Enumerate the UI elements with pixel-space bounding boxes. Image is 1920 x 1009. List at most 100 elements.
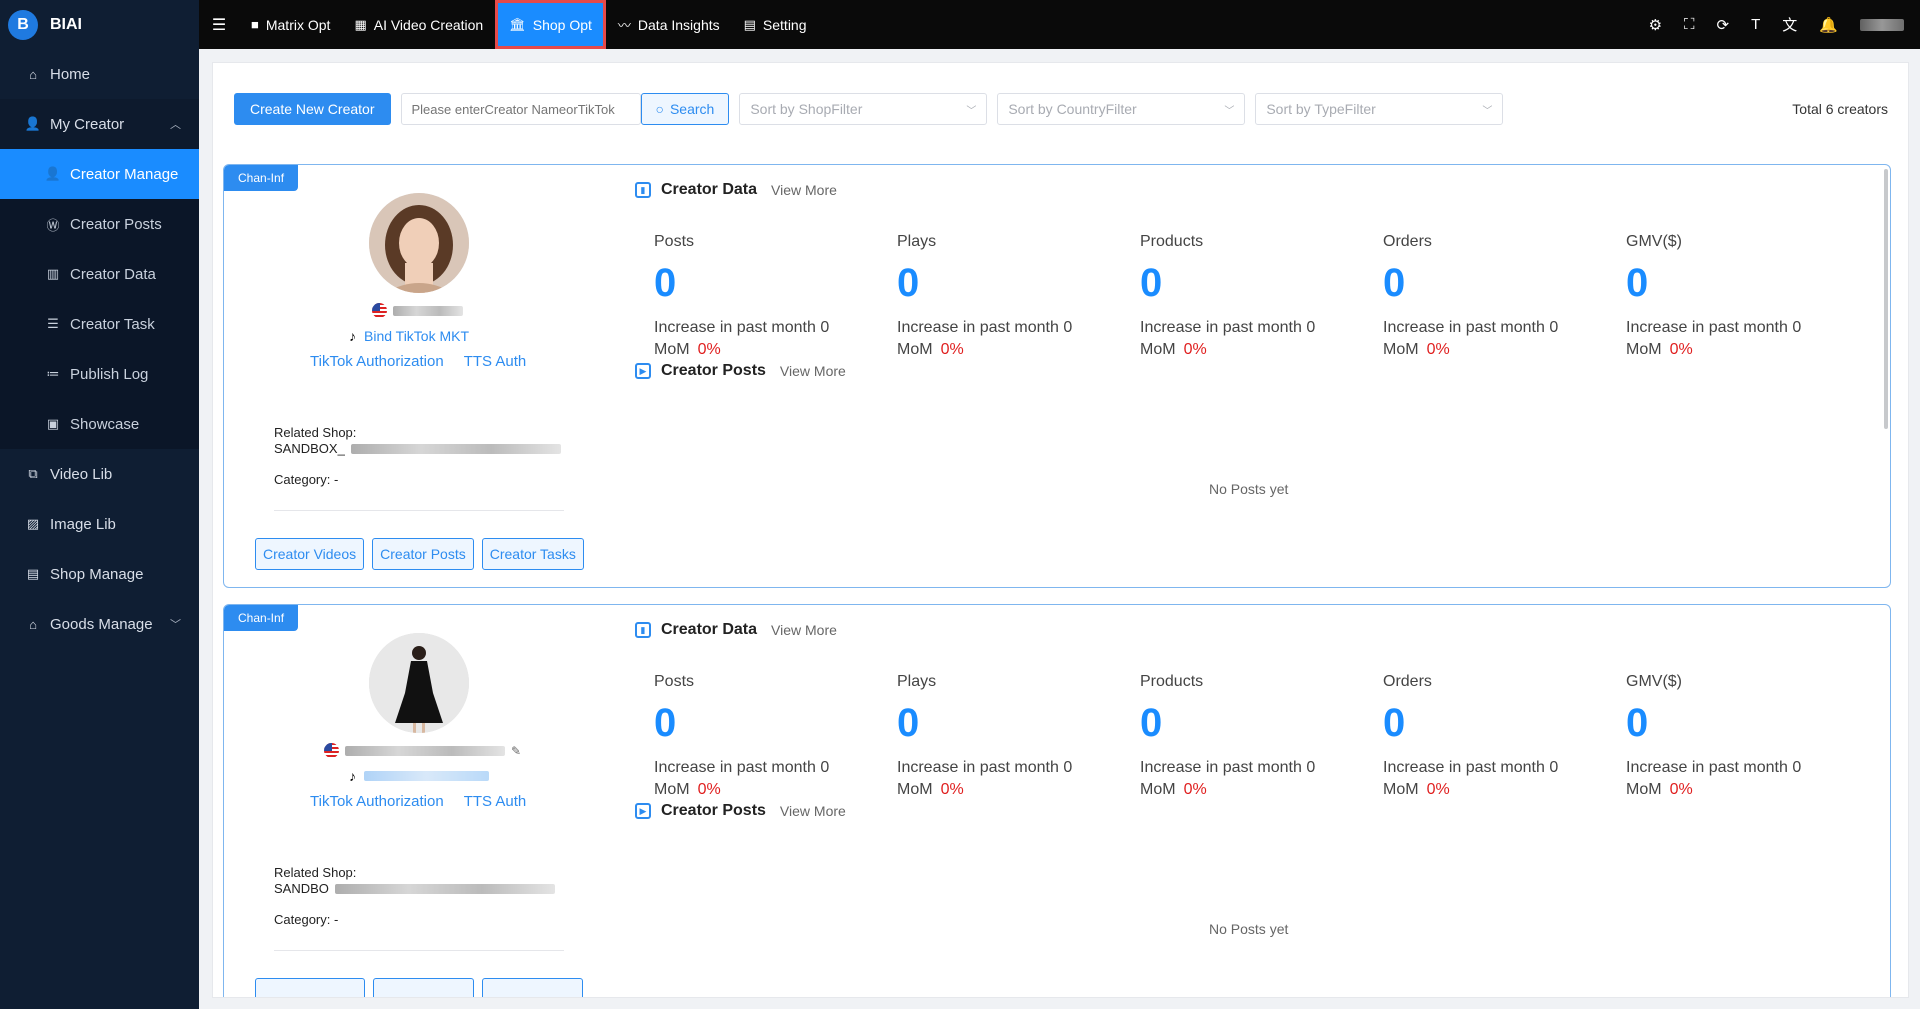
brand[interactable]: B BIAI [0,0,199,49]
stat-increase: Increase in past month 0 [1140,319,1316,336]
creator-actions [255,978,583,997]
tab-setting[interactable]: ▤ Setting [732,0,819,49]
stat-mom: MoM 0% [654,341,897,359]
shop-filter-placeholder: Sort by ShopFilter [750,101,863,117]
stat-products: Products 0 Increase in past month 0 MoM 0… [1140,233,1383,359]
tts-auth-link[interactable]: TTS Auth [464,353,527,370]
view-more-link[interactable]: View More [780,363,846,379]
tiktok-authorization-link[interactable]: TikTok Authorization [310,793,444,810]
stat-label: Products [1140,673,1204,690]
fullscreen-icon[interactable]: ⛶ [1684,16,1695,33]
edit-icon[interactable]: ✎ [511,744,521,758]
view-more-link[interactable]: View More [771,182,837,198]
stat-mom: MoM 0% [897,781,1140,799]
top-actions: ⚙ ⛶ ⟳ T 文 🔔 [1649,14,1920,35]
bell-icon[interactable]: 🔔 [1819,16,1838,34]
sidebar-item-video-lib[interactable]: ⧉ Video Lib [0,449,199,499]
stat-posts: Posts 0 Increase in past month 0 MoM 0% [654,233,897,359]
type-filter-select[interactable]: Sort by TypeFilter ﹀ [1255,93,1504,125]
sidebar-item-creator-posts[interactable]: Ⓦ Creator Posts [0,199,199,249]
related-shop: Related Shop: SANDBO [274,865,555,897]
user-icon: 👤 [24,116,42,131]
sidebar-item-label: My Creator [50,115,125,133]
sidebar-item-goods-manage[interactable]: ⌂ Goods Manage ﹀ [0,599,199,649]
sidebar-item-creator-manage[interactable]: 👤 Creator Manage [0,149,199,199]
mom-value: 0% [1183,341,1207,358]
search-button[interactable]: ○ Search [640,93,730,125]
sidebar-item-my-creator[interactable]: 👤 My Creator ︿ [0,99,199,149]
tab-label: Matrix Opt [265,16,331,33]
country-filter-placeholder: Sort by CountryFilter [1008,101,1137,117]
search-button-label: Search [669,101,715,117]
creator-tasks-button[interactable] [482,978,583,997]
sidebar-item-label: Video Lib [50,465,113,483]
tts-auth-link[interactable]: TTS Auth [464,793,527,810]
stat-increase: Increase in past month 0 [1626,759,1802,776]
stat-posts: Posts 0 Increase in past month 0 MoM 0% [654,673,897,799]
sidebar-item-image-lib[interactable]: ▨ Image Lib [0,499,199,549]
creator-posts-button[interactable]: Creator Posts [372,538,474,570]
creator-videos-button[interactable] [255,978,365,997]
play-icon: ▶ [635,803,651,819]
refresh-icon[interactable]: ⟳ [1717,16,1730,34]
toolbar: Create New Creator ○ Search Sort by Shop… [234,93,1888,125]
stat-value: 0 [654,261,677,305]
video-camera-icon: ■ [251,17,259,32]
sidebar-item-label: Creator Posts [70,215,162,233]
stat-mom: MoM 0% [1383,341,1626,359]
creator-posts-button[interactable] [373,978,474,997]
menu-toggle-icon[interactable]: ☰ [199,15,239,35]
creator-profile: ♪ Bind TikTok MKT TikTok Authorization T… [224,165,624,587]
sidebar-item-creator-data[interactable]: ▥ Creator Data [0,249,199,299]
main-panel: Create New Creator ○ Search Sort by Shop… [212,62,1909,998]
creator-data-header: ▮ Creator Data View More [635,181,837,199]
sidebar-item-creator-task[interactable]: ☰ Creator Task [0,299,199,349]
mom-label: MoM [1383,781,1419,798]
gear-icon[interactable]: ⚙ [1649,16,1662,34]
tiktok-account-redacted[interactable] [364,771,489,781]
tab-label: Data Insights [637,16,720,33]
tiktok-authorization-link[interactable]: TikTok Authorization [310,353,444,370]
stat-value: 0 [1626,261,1649,305]
stat-increase: Increase in past month 0 [897,759,1073,776]
sidebar-item-home[interactable]: ⌂ Home [0,49,199,99]
stat-mom: MoM 0% [897,341,1140,359]
stat-label: Plays [897,673,937,690]
tab-shop-opt[interactable]: 🏛 Shop Opt [495,0,606,49]
sidebar-item-showcase[interactable]: ▣ Showcase [0,399,199,449]
create-new-creator-button[interactable]: Create New Creator [234,93,391,125]
view-more-link[interactable]: View More [780,803,846,819]
insights-icon: 〰 [617,18,631,33]
shop-filter-select[interactable]: Sort by ShopFilter ﹀ [739,93,988,125]
stat-gmv: GMV($) 0 Increase in past month 0 MoM 0% [1626,233,1869,359]
tab-data-insights[interactable]: 〰 Data Insights [606,0,732,49]
chevron-down-icon: ﹀ [1482,105,1493,117]
chevron-down-icon: ﹀ [170,619,181,631]
auth-links: TikTok Authorization TTS Auth [310,793,526,810]
user-avatar[interactable] [1860,18,1904,31]
sidebar-item-label: Goods Manage [50,615,153,633]
mom-label: MoM [654,781,690,798]
font-size-icon[interactable]: T [1751,16,1760,33]
mom-value: 0% [1669,341,1693,358]
translate-icon[interactable]: 文 [1782,14,1797,35]
tab-matrix-opt[interactable]: ■ Matrix Opt [239,0,342,49]
sidebar-item-shop-manage[interactable]: ▤ Shop Manage [0,549,199,599]
stat-products: Products 0 Increase in past month 0 MoM 0… [1140,673,1383,799]
creator-videos-button[interactable]: Creator Videos [255,538,365,570]
bind-tiktok-link[interactable]: Bind TikTok MKT [364,328,469,344]
creator-tasks-button[interactable]: Creator Tasks [481,538,584,570]
view-more-link[interactable]: View More [771,622,837,638]
scrollbar[interactable] [1884,169,1888,429]
mom-value: 0% [1426,781,1450,798]
sidebar-item-label: Shop Manage [50,565,144,583]
stat-value: 0 [897,261,920,305]
sidebar-item-label: Home [50,65,91,83]
stat-label: Orders [1383,233,1432,250]
sidebar-item-publish-log[interactable]: ≔ Publish Log [0,349,199,399]
tiktok-bind-row: ♪ Bind TikTok MKT [349,328,469,344]
tab-ai-video-creation[interactable]: ▦ AI Video Creation [342,0,495,49]
country-filter-select[interactable]: Sort by CountryFilter ﹀ [997,93,1246,125]
search-input[interactable] [400,93,641,125]
bar-chart-icon: ▥ [46,266,60,281]
